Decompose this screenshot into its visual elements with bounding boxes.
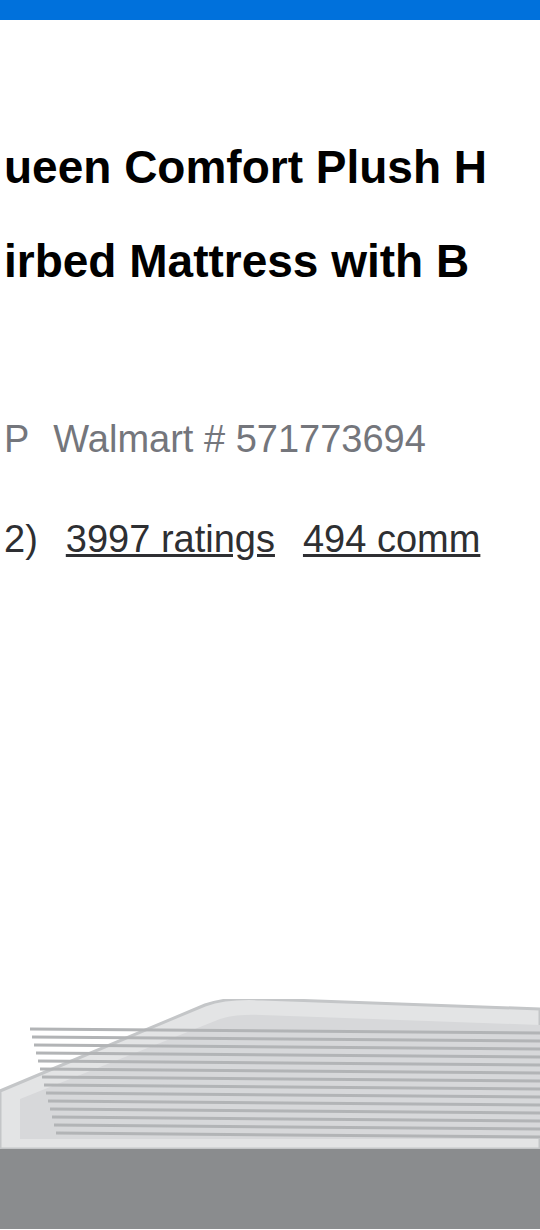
title-line: irbed Mattress with B xyxy=(4,214,540,308)
product-title: ueen Comfort Plush Hirbed Mattress with … xyxy=(0,120,540,308)
product-page: ueen Comfort Plush Hirbed Mattress with … xyxy=(0,0,540,1230)
ratings-row: 2) 3997 ratings 494 comm xyxy=(0,509,540,569)
mattress-icon xyxy=(0,999,540,1229)
item-number: Walmart # 571773694 xyxy=(53,411,426,468)
rating-value: 2) xyxy=(4,511,38,568)
product-image[interactable] xyxy=(0,999,540,1229)
item-number-row: P Walmart # 571773694 xyxy=(0,409,540,469)
ratings-link[interactable]: 3997 ratings xyxy=(66,511,275,568)
item-prefix: P xyxy=(4,411,29,468)
comments-link[interactable]: 494 comm xyxy=(303,511,480,568)
top-bar xyxy=(0,0,540,20)
title-line: ueen Comfort Plush H xyxy=(4,120,540,214)
